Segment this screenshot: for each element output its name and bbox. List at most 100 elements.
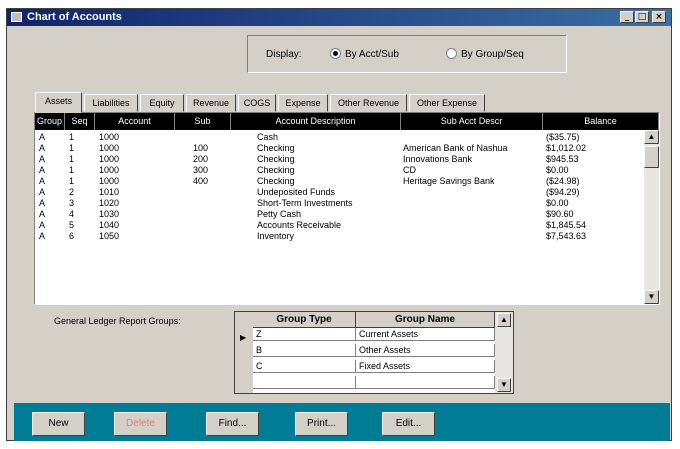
title-bar[interactable]: Chart of Accounts _ □ × — [7, 9, 671, 26]
edit-button[interactable]: Edit... — [382, 412, 435, 436]
table-row[interactable]: A 1 1000 400 Checking Heritage Savings Bank ($… — [35, 176, 643, 187]
tab-assets[interactable]: Assets — [35, 92, 82, 113]
delete-button[interactable]: Delete — [114, 412, 167, 436]
accounts-vertical-scrollbar[interactable]: ▲ ▼ — [644, 130, 659, 304]
cell-group: A — [39, 154, 46, 164]
cell-group: A — [39, 198, 46, 208]
print-button[interactable]: Print... — [295, 412, 348, 436]
close-button[interactable]: × — [652, 11, 666, 23]
cell-balance: ($94.29) — [546, 187, 580, 197]
cell-group-type[interactable] — [253, 376, 356, 388]
tab-revenue[interactable]: Revenue — [186, 94, 236, 112]
radio-by-acct-sub[interactable] — [330, 48, 341, 59]
cell-account: 1000 — [99, 165, 120, 175]
cell-account: 1000 — [99, 132, 120, 142]
cell-account: 1010 — [99, 187, 120, 197]
col-header-account-description[interactable]: Account Description — [231, 113, 401, 130]
cell-group-type[interactable]: Z — [253, 328, 356, 340]
col-header-group-name[interactable]: Group Name — [356, 312, 495, 328]
radio-by-acct-sub-label[interactable]: By Acct/Sub — [345, 49, 399, 60]
table-row[interactable]: A 1 1000 100 Checking American Bank of Nashua… — [35, 143, 643, 154]
cell-sub-acct-descr: American Bank of Nashua — [403, 143, 508, 153]
scroll-thumb[interactable] — [644, 146, 659, 168]
cell-balance: $945.53 — [546, 154, 579, 164]
tab-equity[interactable]: Equity — [140, 94, 184, 112]
table-row[interactable]: A 5 1040 Accounts Receivable $1,845.54 — [35, 220, 643, 231]
cell-balance: $7,543.63 — [546, 231, 587, 241]
table-row[interactable]: A 1 1000 300 Checking CD $0.00 — [35, 165, 643, 176]
cell-account-description: Checking — [257, 176, 295, 186]
cell-account: 1020 — [99, 198, 120, 208]
table-row[interactable]: A 1 1000 200 Checking Innovations Bank $945.53 — [35, 154, 643, 165]
cell-seq: 4 — [69, 209, 75, 219]
table-row[interactable]: A 2 1010 Undeposited Funds ($94.29) — [35, 187, 643, 198]
col-header-account[interactable]: Account — [95, 113, 175, 130]
cell-account-description: Checking — [257, 154, 295, 164]
cell-balance: $1,845.54 — [546, 220, 587, 230]
list-item[interactable]: Z Current Assets — [253, 328, 495, 341]
cell-sub: 400 — [193, 176, 209, 186]
cell-balance: $0.00 — [546, 165, 569, 175]
cell-group: A — [39, 165, 46, 175]
radio-by-group-seq-label[interactable]: By Group/Seq — [461, 49, 524, 60]
scroll-down-arrow-icon[interactable]: ▼ — [497, 378, 511, 392]
cell-seq: 5 — [69, 220, 75, 230]
tab-other-revenue[interactable]: Other Revenue — [330, 94, 407, 112]
minimize-button[interactable]: _ — [620, 11, 634, 23]
col-header-sub-acct-descr[interactable]: Sub Acct Descr — [401, 113, 543, 130]
chart-of-accounts-window: Chart of Accounts _ □ × Display: By Acct… — [6, 8, 672, 441]
cell-group-name[interactable] — [356, 376, 495, 388]
table-row[interactable]: A 3 1020 Short-Term Investments $0.00 — [35, 198, 643, 209]
display-options-group: Display: By Acct/Sub By Group/Seq — [247, 35, 567, 73]
cell-group: A — [39, 187, 46, 197]
cell-account-description: Short-Term Investments — [257, 198, 353, 208]
col-header-sub[interactable]: Sub — [175, 113, 231, 130]
list-item[interactable] — [253, 376, 495, 389]
cell-group: A — [39, 176, 46, 186]
find-button[interactable]: Find... — [206, 412, 259, 436]
cell-group-name[interactable]: Fixed Assets — [356, 360, 495, 372]
scroll-down-arrow-icon[interactable]: ▼ — [644, 290, 659, 304]
cell-group-name[interactable]: Other Assets — [356, 344, 495, 356]
cell-seq: 6 — [69, 231, 75, 241]
col-header-group-type[interactable]: Group Type — [253, 312, 356, 328]
report-groups-scrollbar[interactable]: ▲ ▼ — [495, 312, 513, 393]
cell-account-description: Checking — [257, 165, 295, 175]
cell-seq: 1 — [69, 154, 75, 164]
list-item[interactable]: B Other Assets — [253, 344, 495, 357]
list-item[interactable]: C Fixed Assets — [253, 360, 495, 373]
cell-seq: 1 — [69, 176, 75, 186]
cell-group-type[interactable]: B — [253, 344, 356, 356]
cell-account: 1050 — [99, 231, 120, 241]
report-groups-table: ▶ Group Type Group Name Z Current Assets B… — [234, 311, 514, 394]
table-row[interactable]: A 1 1000 Cash ($35.75) — [35, 132, 643, 143]
tab-other-expense[interactable]: Other Expense — [409, 94, 485, 112]
cell-sub-acct-descr: Heritage Savings Bank — [403, 176, 495, 186]
window-title: Chart of Accounts — [27, 11, 122, 23]
current-row-arrow-icon: ▶ — [240, 333, 247, 342]
cell-group-type[interactable]: C — [253, 360, 356, 372]
tab-cogs[interactable]: COGS — [238, 94, 276, 112]
cell-group-name[interactable]: Current Assets — [356, 328, 495, 340]
scroll-up-arrow-icon[interactable]: ▲ — [497, 313, 511, 327]
col-header-balance[interactable]: Balance — [543, 113, 659, 130]
table-row[interactable]: A 4 1030 Petty Cash $90.60 — [35, 209, 643, 220]
cell-account-description: Petty Cash — [257, 209, 302, 219]
button-bar: New Delete Find... Print... Edit... — [14, 403, 670, 441]
new-button[interactable]: New — [32, 412, 85, 436]
cell-balance: $90.60 — [546, 209, 574, 219]
cell-account: 1040 — [99, 220, 120, 230]
maximize-button[interactable]: □ — [635, 11, 649, 23]
col-header-group[interactable]: Group — [35, 113, 65, 130]
accounts-table-header: Group Seq Account Sub Account Descriptio… — [35, 113, 659, 130]
scroll-up-arrow-icon[interactable]: ▲ — [644, 130, 659, 144]
app-icon — [11, 12, 22, 22]
col-header-seq[interactable]: Seq — [65, 113, 95, 130]
row-selector-column[interactable]: ▶ — [235, 312, 253, 393]
radio-by-group-seq[interactable] — [446, 48, 457, 59]
cell-seq: 1 — [69, 165, 75, 175]
table-row[interactable]: A 6 1050 Inventory $7,543.63 — [35, 231, 643, 242]
tab-liabilities[interactable]: Liabilities — [84, 94, 138, 112]
cell-sub: 300 — [193, 165, 209, 175]
tab-expense[interactable]: Expense — [278, 94, 328, 112]
